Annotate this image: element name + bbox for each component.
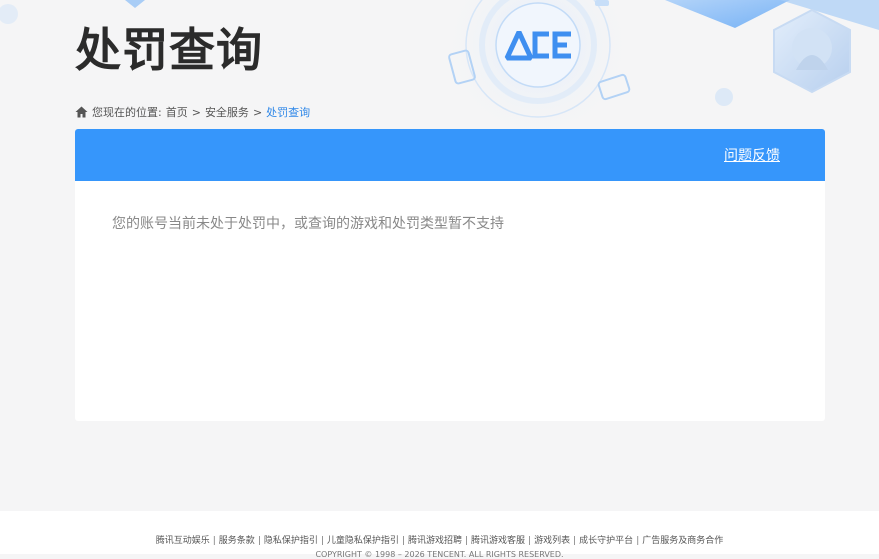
breadcrumb: 您现在的位置: 首页 > 安全服务 > 处罚查询	[75, 104, 310, 120]
result-panel: 问题反馈 您的账号当前未处于处罚中，或查询的游戏和处罚类型暂不支持	[75, 129, 825, 421]
breadcrumb-separator: >	[191, 105, 201, 119]
footer-link[interactable]: 广告服务及商务合作	[642, 536, 723, 546]
breadcrumb-prefix: 您现在的位置:	[92, 106, 162, 119]
copyright: COPYRIGHT © 1998 – 2026 TENCENT. ALL RIG…	[315, 550, 564, 559]
ace-logo	[503, 24, 575, 68]
breadcrumb-home-link[interactable]: 首页	[166, 104, 188, 120]
home-icon	[75, 106, 88, 118]
footer-link[interactable]: 腾讯游戏客服	[471, 536, 525, 546]
footer-link[interactable]: 成长守护平台	[579, 536, 633, 546]
breadcrumb-separator: >	[252, 105, 263, 119]
footer-link[interactable]: 隐私保护指引	[264, 536, 318, 546]
page-title: 处罚查询	[75, 23, 263, 77]
footer-link[interactable]: 腾讯互动娱乐	[156, 536, 210, 546]
feedback-link[interactable]: 问题反馈	[724, 145, 780, 165]
footer-link[interactable]: 服务条款	[219, 536, 255, 546]
breadcrumb-current: 处罚查询	[266, 106, 311, 119]
panel-header: 问题反馈	[75, 129, 825, 181]
logo-icon	[504, 30, 571, 61]
footer-link[interactable]: 游戏列表	[534, 536, 570, 546]
footer-links: 腾讯互动娱乐 | 服务条款 | 隐私保护指引 | 儿童隐私保护指引 | 腾讯游戏招聘 | 腾讯游戏客…	[155, 536, 724, 546]
footer-link[interactable]: 腾讯游戏招聘	[408, 536, 462, 546]
footer-link[interactable]: 儿童隐私保护指引	[327, 536, 399, 546]
footer: 腾讯互动娱乐 | 服务条款 | 隐私保护指引 | 儿童隐私保护指引 | 腾讯游戏招聘 | 腾讯游戏客…	[0, 511, 879, 559]
result-message: 您的账号当前未处于处罚中，或查询的游戏和处罚类型暂不支持	[112, 216, 504, 232]
breadcrumb-security-link[interactable]: 安全服务	[205, 104, 249, 120]
